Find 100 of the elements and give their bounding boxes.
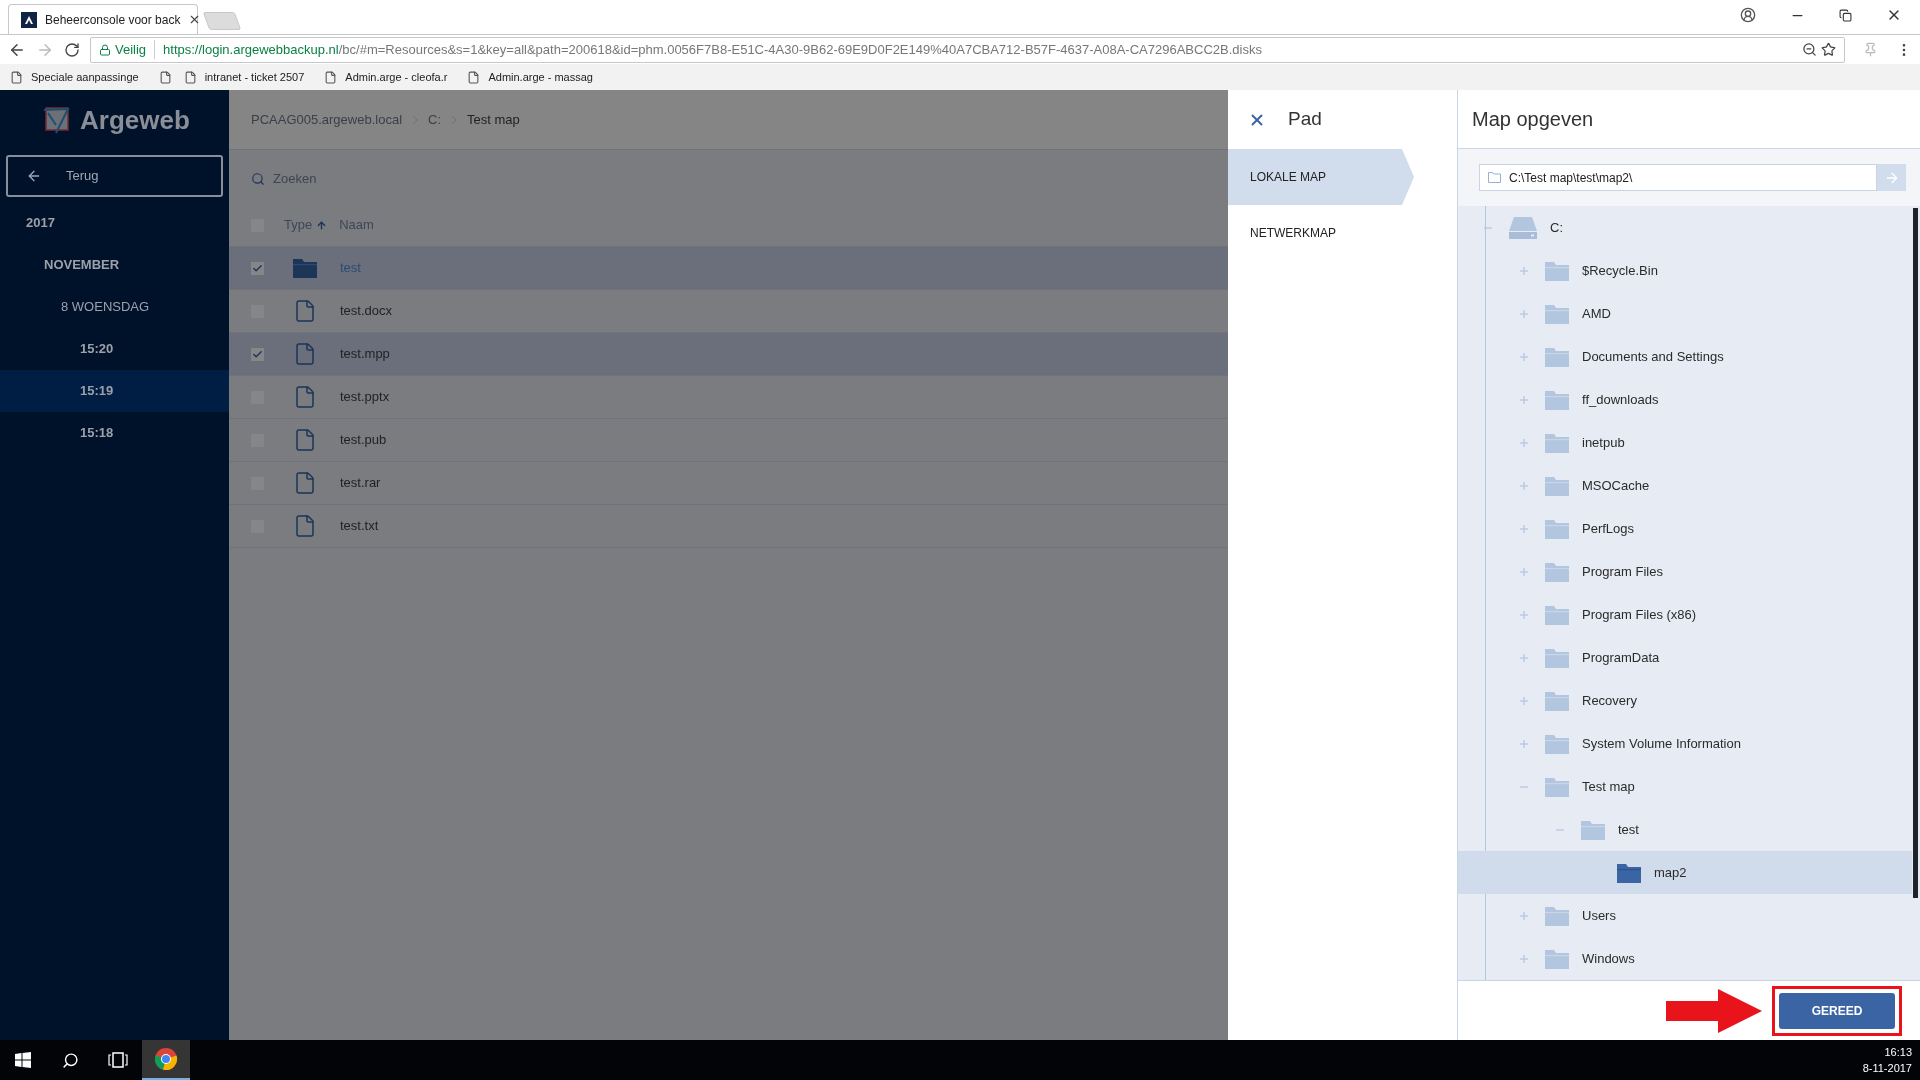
site-icon: [21, 11, 37, 28]
address-bar[interactable]: Veilig https://login.argewebbackup.nl/bc/#m=Resources&s=1&key=all&path=200618&id=phm.0056F7B8-E51C-4A30-9B62-69E9D0F2E149%40A7CBA712-B57F-4637-A08A-CA7296ABCC2B.disks: [90, 36, 1845, 63]
tree-item[interactable]: $Recycle.Bin: [1458, 249, 1912, 292]
bookmark[interactable]: intranet - ticket 2507: [183, 68, 313, 86]
file-icon: [293, 385, 317, 409]
tree-item[interactable]: Recovery: [1458, 679, 1912, 722]
file-row[interactable]: test.txt: [229, 505, 1228, 548]
bookmark-star-icon[interactable]: [1821, 42, 1836, 57]
tree-item[interactable]: map2: [1458, 851, 1912, 894]
tree-item[interactable]: PerfLogs: [1458, 507, 1912, 550]
folder-icon: [1544, 259, 1570, 282]
task-view-icon: [108, 1052, 128, 1068]
file-icon: [293, 428, 317, 452]
zoom-icon[interactable]: [1802, 42, 1817, 57]
tree-item[interactable]: C:: [1458, 206, 1912, 249]
folder-name: PerfLogs: [1582, 519, 1635, 538]
expand-icon[interactable]: [1520, 610, 1528, 619]
folder-icon: [1544, 904, 1570, 927]
timeline-item[interactable]: NOVEMBER: [0, 244, 229, 286]
timeline-item[interactable]: 2017: [0, 202, 229, 244]
file-name: test.txt: [340, 517, 379, 536]
tree-item[interactable]: AMD: [1458, 292, 1912, 335]
account-icon[interactable]: [1740, 7, 1756, 23]
expand-icon[interactable]: [1520, 395, 1528, 404]
checkbox[interactable]: [251, 347, 264, 361]
timeline-item[interactable]: 15:19: [0, 370, 229, 412]
folder-name: System Volume Information: [1582, 734, 1741, 753]
go-button[interactable]: [1877, 164, 1906, 191]
tree-item[interactable]: Test map: [1458, 765, 1912, 808]
folder-icon: [1544, 732, 1570, 755]
folder-name: map2: [1654, 863, 1687, 882]
expand-icon[interactable]: [1520, 524, 1528, 533]
reload-icon[interactable]: [64, 41, 80, 58]
tree-item[interactable]: Windows: [1458, 937, 1912, 980]
expand-icon[interactable]: [1520, 266, 1528, 275]
secure-label: Veilig: [115, 39, 156, 60]
file-name: test.pub: [340, 431, 387, 450]
bookmark-icon[interactable]: [158, 70, 172, 84]
tree-item[interactable]: Program Files (x86): [1458, 593, 1912, 636]
expand-icon[interactable]: [1520, 911, 1528, 920]
folder-icon: [1616, 861, 1642, 884]
checkbox[interactable]: [251, 261, 264, 275]
expand-icon[interactable]: [1520, 653, 1528, 662]
file-row[interactable]: test.pptx: [229, 376, 1228, 419]
folder-name: ProgramData: [1582, 648, 1660, 667]
expand-icon[interactable]: [1520, 567, 1528, 576]
folder-icon: [1544, 646, 1570, 669]
expand-icon[interactable]: [1520, 309, 1528, 318]
search-icon: [61, 1051, 79, 1069]
folder-icon: [1544, 345, 1570, 368]
tree-item[interactable]: inetpub: [1458, 421, 1912, 464]
file-icon: [293, 471, 317, 495]
tree-item[interactable]: ProgramData: [1458, 636, 1912, 679]
expand-icon[interactable]: [1520, 954, 1528, 963]
breadcrumb-item[interactable]: Test map: [467, 109, 520, 130]
folder-icon: [1580, 818, 1606, 841]
restore-icon[interactable]: [1839, 8, 1852, 22]
sort-arrow-icon: [316, 219, 328, 231]
bookmark[interactable]: Admin.arge - massag: [467, 68, 601, 86]
folder-icon: [1544, 302, 1570, 325]
page-icon: [324, 70, 338, 84]
browser-tab[interactable]: Beheerconsole voor back: [8, 4, 198, 34]
tree-item[interactable]: System Volume Information: [1458, 722, 1912, 765]
browser-taskbar-button[interactable]: [142, 1040, 190, 1080]
back-arrow-icon: [26, 168, 42, 184]
file-row[interactable]: test.pub: [229, 419, 1228, 462]
check-icon: [252, 348, 263, 360]
extension-icon[interactable]: [1863, 42, 1878, 57]
panel-title: Map opgeven: [1472, 107, 1594, 132]
page-icon: [10, 70, 23, 84]
expand-icon[interactable]: [1520, 481, 1528, 490]
scrollbar[interactable]: [1913, 208, 1918, 898]
bookmark[interactable]: Admin.arge - cleofa.r: [324, 68, 456, 86]
done-button[interactable]: GEREED: [1779, 992, 1895, 1029]
tree-item[interactable]: test: [1458, 808, 1912, 851]
back-button[interactable]: Terug: [6, 155, 223, 197]
file-name: test.docx: [340, 302, 393, 321]
clock: 16:13 8-11-2017: [1862, 1045, 1913, 1076]
expand-icon[interactable]: [1520, 696, 1528, 705]
file-row[interactable]: test.rar: [229, 462, 1228, 505]
expand-icon[interactable]: [1520, 739, 1528, 748]
folder-name: Documents and Settings: [1582, 347, 1724, 366]
folder-outline-icon: [1488, 172, 1501, 183]
folder-name: Test map: [1582, 777, 1635, 796]
path-type-tab[interactable]: LOKALE MAP: [1228, 149, 1414, 205]
timeline-item[interactable]: 15:18: [0, 412, 229, 454]
drive-icon: [1508, 215, 1538, 240]
timeline-item[interactable]: 15:20: [0, 328, 229, 370]
path-type-tab[interactable]: NETWERKMAP: [1228, 205, 1414, 261]
path-field[interactable]: C:\Test map\test\map2\: [1479, 164, 1877, 191]
tree-item[interactable]: Documents and Settings: [1458, 335, 1912, 378]
tree-item[interactable]: ff_downloads: [1458, 378, 1912, 421]
tree-item[interactable]: Program Files: [1458, 550, 1912, 593]
file-icon: [293, 342, 317, 366]
bookmark[interactable]: Speciale aanpassinge: [10, 68, 147, 86]
timeline-item[interactable]: 8 WOENSDAG: [0, 286, 229, 328]
expand-icon[interactable]: [1520, 438, 1528, 447]
tree-item[interactable]: Users: [1458, 894, 1912, 937]
tree-item[interactable]: MSOCache: [1458, 464, 1912, 507]
expand-icon[interactable]: [1520, 352, 1528, 361]
